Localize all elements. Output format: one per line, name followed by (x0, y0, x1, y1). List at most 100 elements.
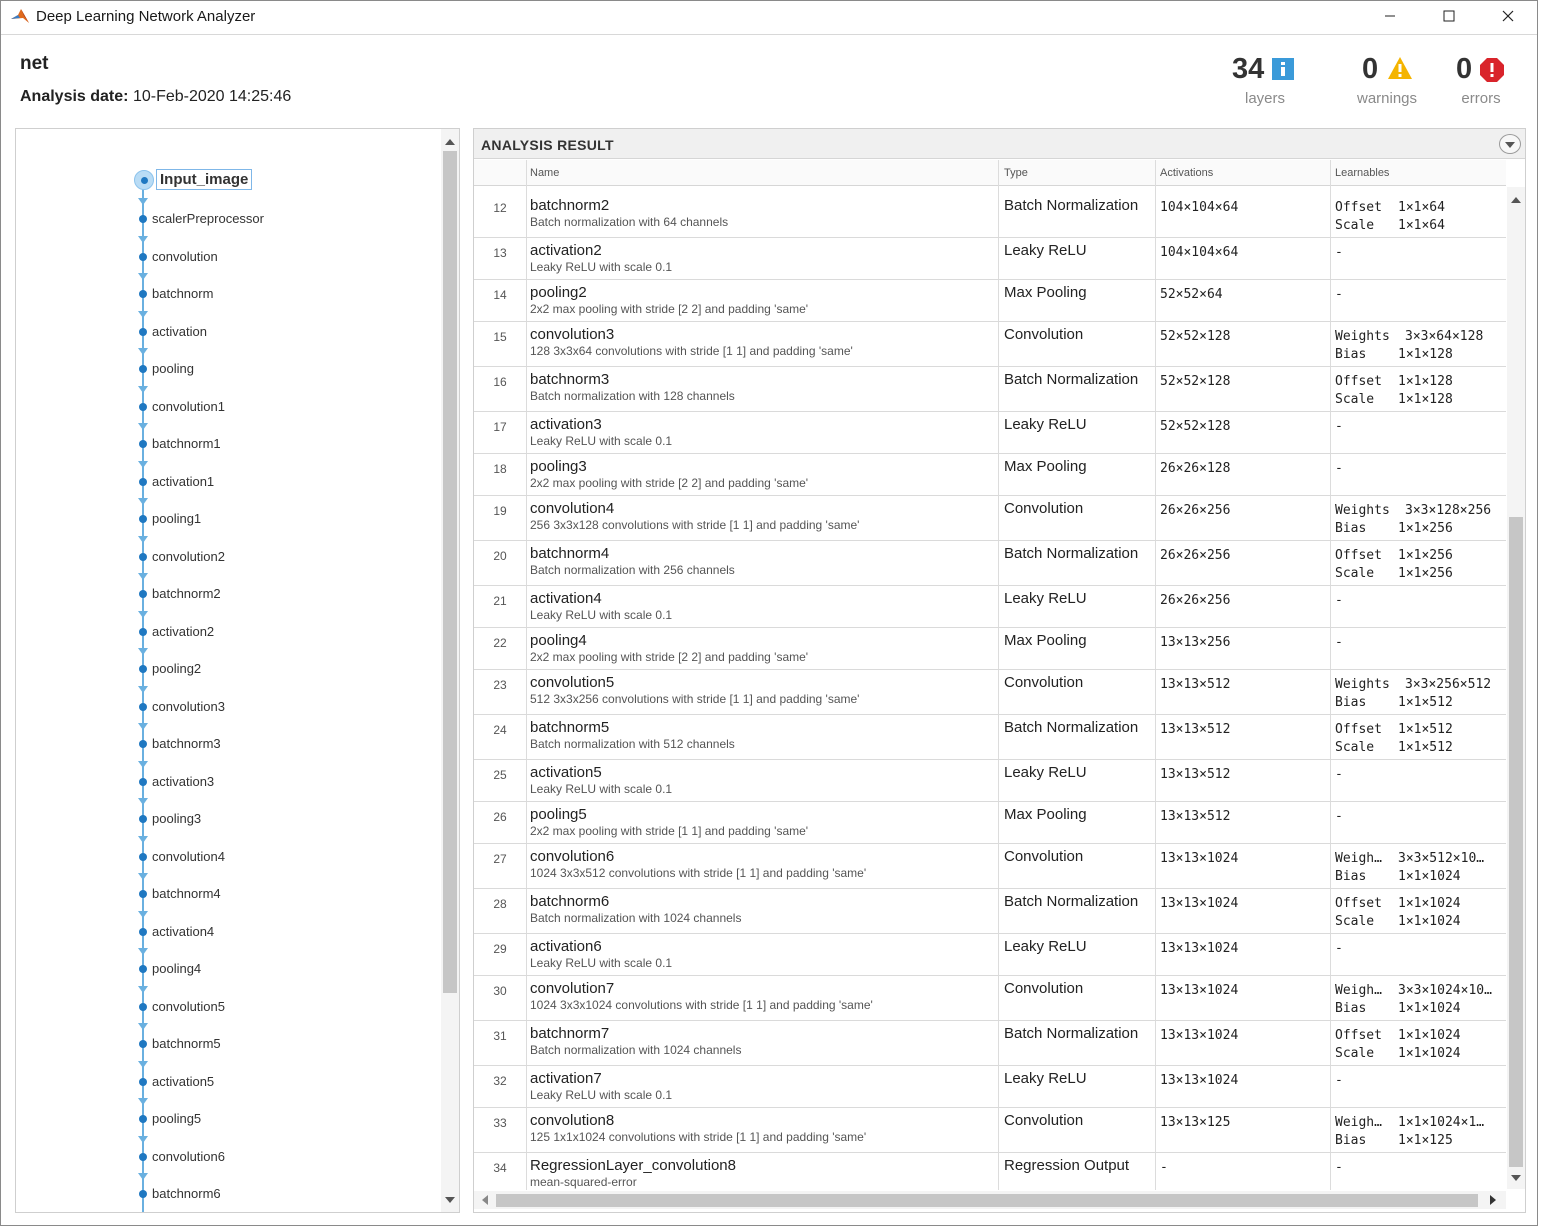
graph-node[interactable]: activation (134, 310, 434, 343)
arrow-down-icon (138, 498, 148, 505)
layer-name-cell: batchnorm2 Batch normalization with 64 ch… (530, 197, 728, 230)
graph-node[interactable]: activation4 (134, 910, 434, 943)
minimize-icon (1385, 15, 1395, 17)
graph-node[interactable]: pooling4 (134, 948, 434, 980)
layer-name: convolution8 (530, 1112, 615, 1129)
graph-node-label: pooling3 (152, 811, 202, 826)
graph-node[interactable]: convolution2 (134, 535, 434, 568)
table-row[interactable]: 25 activation5 Leaky ReLU with scale 0.1 Le… (474, 760, 1506, 802)
table-horizontal-scrollbar[interactable] (474, 1191, 1506, 1209)
graph-node[interactable]: activation3 (134, 760, 434, 793)
graph-node-root[interactable]: Input_image (134, 169, 434, 192)
scroll-down-arrow-icon[interactable] (445, 1197, 455, 1203)
analysis-header: net Analysis date: 10-Feb-2020 14:25:46 … (1, 34, 1537, 119)
table-row[interactable]: 15 convolution3 128 3x3x64 convolutions wi… (474, 322, 1506, 367)
table-row[interactable]: 13 activation2 Leaky ReLU with scale 0.1 Le… (474, 238, 1506, 280)
graph-node-label: batchnorm5 (152, 1036, 221, 1051)
graph-node[interactable]: activation5 (134, 1060, 434, 1093)
layer-description: 2x2 max pooling with stride [1 1] and pa… (530, 824, 809, 838)
scroll-down-arrow-icon[interactable] (1511, 1175, 1521, 1181)
graph-node[interactable]: batchnorm3 (134, 723, 434, 755)
table-row[interactable]: 20 batchnorm4 Batch normalization with 256… (474, 541, 1506, 586)
column-header-learnables[interactable]: Learnables (1335, 167, 1389, 179)
table-row[interactable]: 28 batchnorm6 Batch normalization with 102… (474, 889, 1506, 934)
table-row[interactable]: 30 convolution7 1024 3x3x1024 convolutions… (474, 976, 1506, 1021)
table-row[interactable]: 14 pooling2 2x2 max pooling with stride [2… (474, 280, 1506, 322)
layer-type: Max Pooling (1004, 458, 1087, 475)
learnable-entry: Offset 1×1×128 (1335, 373, 1505, 391)
panel-splitter[interactable] (464, 128, 469, 1213)
table-row[interactable]: 26 pooling5 2x2 max pooling with stride [1… (474, 802, 1506, 844)
table-row[interactable]: 17 activation3 Leaky ReLU with scale 0.1 Le… (474, 412, 1506, 454)
minimize-button[interactable] (1361, 1, 1419, 33)
graph-node[interactable]: pooling2 (134, 648, 434, 680)
table-row[interactable]: 29 activation6 Leaky ReLU with scale 0.1 Le… (474, 934, 1506, 976)
scroll-up-arrow-icon[interactable] (445, 139, 455, 145)
graph-node[interactable]: convolution6 (134, 1135, 434, 1168)
scrollbar-thumb[interactable] (443, 151, 457, 993)
column-header-type[interactable]: Type (1004, 167, 1028, 179)
column-header-name[interactable]: Name (530, 167, 559, 179)
layer-description: 125 1x1x1024 convolutions with stride [1… (530, 1130, 867, 1144)
graph-node[interactable]: convolution1 (134, 385, 434, 418)
graph-node-label: convolution5 (152, 998, 225, 1014)
table-row[interactable]: 27 convolution6 1024 3x3x512 convolutions … (474, 844, 1506, 889)
layer-learnables: - (1335, 418, 1505, 436)
graph-node[interactable]: batchnorm5 (134, 1023, 434, 1055)
layer-activations: 13×13×512 (1160, 722, 1231, 737)
arrow-down-icon (138, 310, 148, 318)
graph-node[interactable]: batchnorm6 (134, 1173, 434, 1205)
table-row[interactable]: 21 activation4 Leaky ReLU with scale 0.1 Le… (474, 586, 1506, 628)
learnable-entry: - (1335, 418, 1505, 436)
graph-node[interactable]: activation2 (134, 610, 434, 643)
column-header-activations[interactable]: Activations (1160, 167, 1213, 179)
table-row[interactable]: 16 batchnorm3 Batch normalization with 128… (474, 367, 1506, 412)
learnable-size: 1×1×512 (1398, 722, 1453, 737)
close-button[interactable] (1479, 1, 1537, 33)
graph-node[interactable]: pooling3 (134, 798, 434, 830)
table-row[interactable]: 18 pooling3 2x2 max pooling with stride [2… (474, 454, 1506, 496)
table-row[interactable]: 12 batchnorm2 Batch normalization with 64 … (474, 193, 1506, 238)
layer-type: Max Pooling (1004, 284, 1087, 301)
graph-node[interactable]: pooling1 (134, 498, 434, 530)
graph-node[interactable]: batchnorm1 (134, 423, 434, 455)
scrollbar-thumb[interactable] (496, 1194, 1478, 1207)
node-dot (139, 927, 147, 936)
layer-learnables: Offset 1×1×1024 Scale 1×1×1024 (1335, 1027, 1505, 1063)
layer-graph[interactable]: Input_image scalerPreprocessor convolutio… (16, 129, 441, 1212)
scrollbar-thumb[interactable] (1509, 517, 1523, 1167)
scroll-left-arrow-icon[interactable] (482, 1195, 488, 1205)
table-row[interactable]: 33 convolution8 125 1x1x1024 convolutions … (474, 1108, 1506, 1153)
table-row[interactable]: 24 batchnorm5 Batch normalization with 512… (474, 715, 1506, 760)
table-row[interactable]: 22 pooling4 2x2 max pooling with stride [2… (474, 628, 1506, 670)
learnable-entry: Weights 3×3×256×512 (1335, 676, 1505, 694)
graph-node[interactable]: activation1 (134, 460, 434, 493)
graph-node[interactable]: batchnorm (134, 273, 434, 305)
graph-node[interactable]: pooling (134, 348, 434, 380)
graph-vertical-scrollbar[interactable] (441, 129, 459, 1212)
scroll-up-arrow-icon[interactable] (1511, 197, 1521, 203)
table-row[interactable]: 23 convolution5 512 3x3x256 convolutions w… (474, 670, 1506, 715)
scroll-right-arrow-icon[interactable] (1490, 1195, 1496, 1205)
graph-node[interactable]: batchnorm4 (134, 873, 434, 905)
collapse-chevron-icon[interactable] (1499, 134, 1521, 154)
graph-node[interactable]: batchnorm2 (134, 573, 434, 605)
maximize-button[interactable] (1420, 1, 1478, 33)
graph-node[interactable]: convolution5 (134, 985, 434, 1018)
layer-description: Batch normalization with 1024 channels (530, 911, 742, 925)
graph-node[interactable]: convolution4 (134, 835, 434, 868)
graph-node[interactable]: scalerPreprocessor (134, 198, 434, 230)
layer-learnables: Offset 1×1×128 Scale 1×1×128 (1335, 373, 1505, 409)
learnable-key: Weights (1335, 677, 1390, 692)
table-row[interactable]: 34 RegressionLayer_convolution8 mean-squar… (474, 1153, 1506, 1189)
table-row[interactable]: 32 activation7 Leaky ReLU with scale 0.1 Le… (474, 1066, 1506, 1108)
arrow-down-icon (138, 1098, 148, 1105)
graph-node[interactable]: convolution3 (134, 685, 434, 718)
table-row[interactable]: 31 batchnorm7 Batch normalization with 102… (474, 1021, 1506, 1066)
graph-node[interactable]: convolution (134, 235, 434, 268)
graph-node[interactable]: pooling5 (134, 1098, 434, 1130)
table-row[interactable]: 19 convolution4 256 3x3x128 convolutions w… (474, 496, 1506, 541)
table-vertical-scrollbar[interactable] (1507, 187, 1525, 1189)
graph-node-label: activation4 (152, 923, 215, 939)
layer-learnables: - (1335, 1159, 1505, 1177)
